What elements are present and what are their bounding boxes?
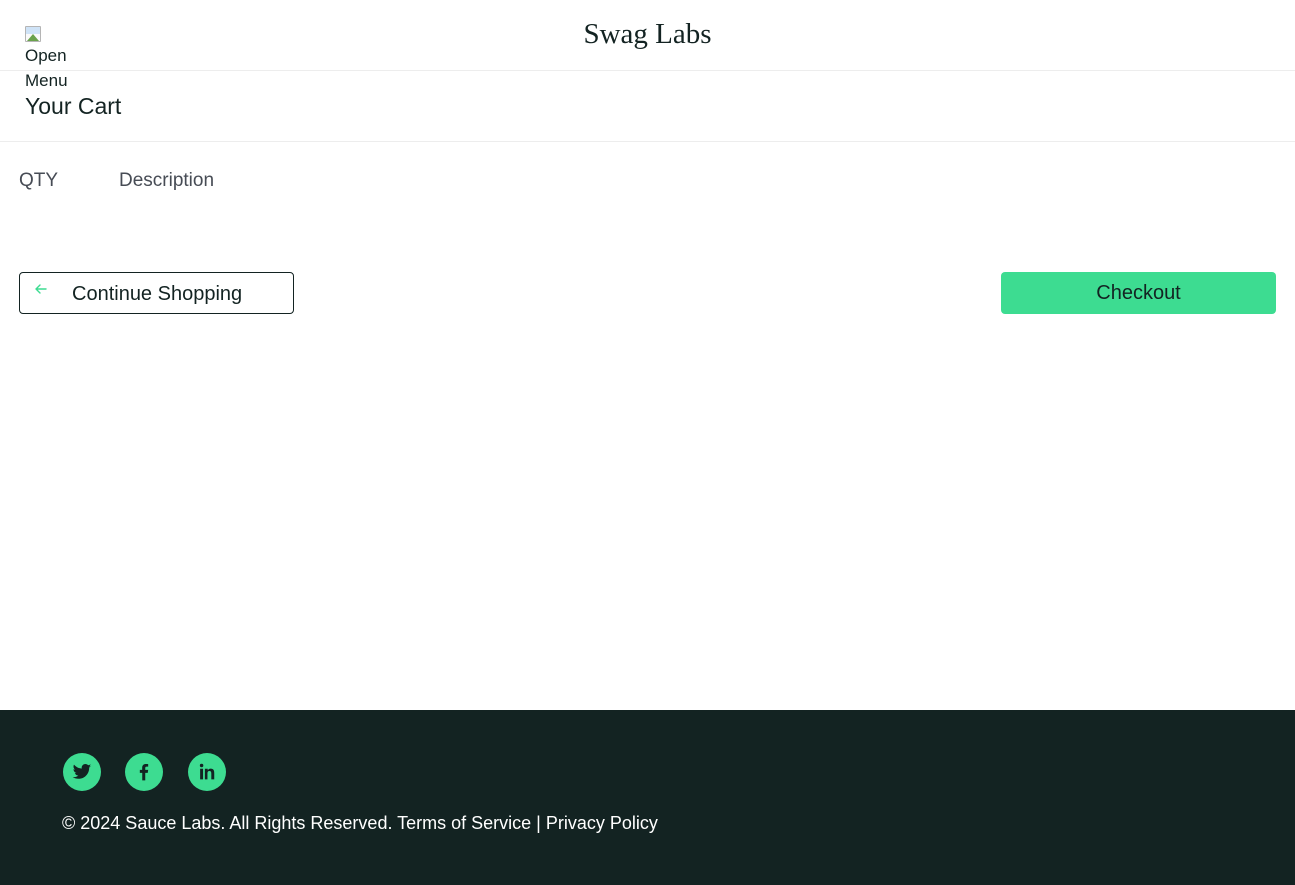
arrow-left-icon — [34, 282, 48, 302]
twitter-icon[interactable] — [63, 753, 101, 791]
description-column-header: Description — [119, 170, 215, 191]
primary-header: Open Menu Swag Labs — [0, 0, 1295, 90]
linkedin-icon[interactable] — [188, 753, 226, 791]
checkout-button[interactable]: Checkout — [1001, 272, 1276, 314]
checkout-label: Checkout — [1096, 282, 1181, 304]
page-title: Your Cart — [25, 93, 122, 119]
footer: © 2024 Sauce Labs. All Rights Reserved. … — [0, 710, 1295, 885]
open-menu-line1: Open — [25, 46, 67, 65]
brand-logo: Swag Labs — [583, 18, 712, 50]
footer-copyright: © 2024 Sauce Labs. All Rights Reserved. … — [62, 813, 658, 833]
continue-shopping-label: Continue Shopping — [72, 283, 243, 305]
qty-column-header: QTY — [19, 170, 59, 191]
secondary-header: Your Cart — [0, 71, 1295, 142]
facebook-icon[interactable] — [125, 753, 163, 791]
broken-image-icon — [25, 26, 41, 42]
continue-shopping-button[interactable]: Continue Shopping — [19, 272, 294, 314]
brand-logo-container: Swag Labs — [0, 14, 1295, 54]
